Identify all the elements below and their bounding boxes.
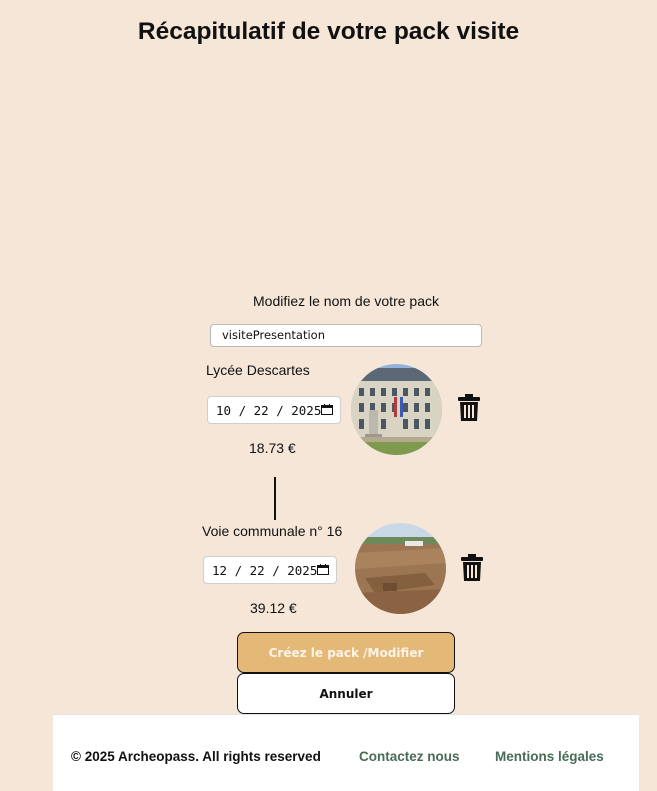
date-value: 10 / 22 / 2025 [216,403,322,418]
trash-icon[interactable] [458,394,480,422]
trash-icon[interactable] [461,554,483,582]
site-photo [351,364,442,455]
cancel-button[interactable]: Annuler [237,673,455,714]
visit-date-input[interactable]: 10 / 22 / 2025 [207,396,341,424]
contact-link[interactable]: Contactez nous [359,749,460,764]
create-pack-button[interactable]: Créez le pack /Modifier [237,632,455,673]
divider-line [274,477,276,520]
pack-name-label: Modifiez le nom de votre pack [253,293,439,309]
legal-link[interactable]: Mentions légales [495,749,604,764]
pack-name-input[interactable]: visitePresentation [210,324,482,347]
site-price: 39.12 € [250,600,297,616]
date-value: 12 / 22 / 2025 [212,563,318,578]
calendar-icon[interactable] [321,404,333,415]
visit-date-input[interactable]: 12 / 22 / 2025 [203,556,337,584]
copyright-text: © 2025 Archeopass. All rights reserved [71,749,321,764]
site-price: 18.73 € [249,440,296,456]
site-name: Lycée Descartes [206,362,310,378]
footer: © 2025 Archeopass. All rights reserved C… [53,714,639,791]
page-title: Récapitulatif de votre pack visite [137,18,520,45]
site-name: Voie communale n° 16 [202,523,343,539]
calendar-icon[interactable] [317,564,329,575]
site-photo [355,523,446,614]
